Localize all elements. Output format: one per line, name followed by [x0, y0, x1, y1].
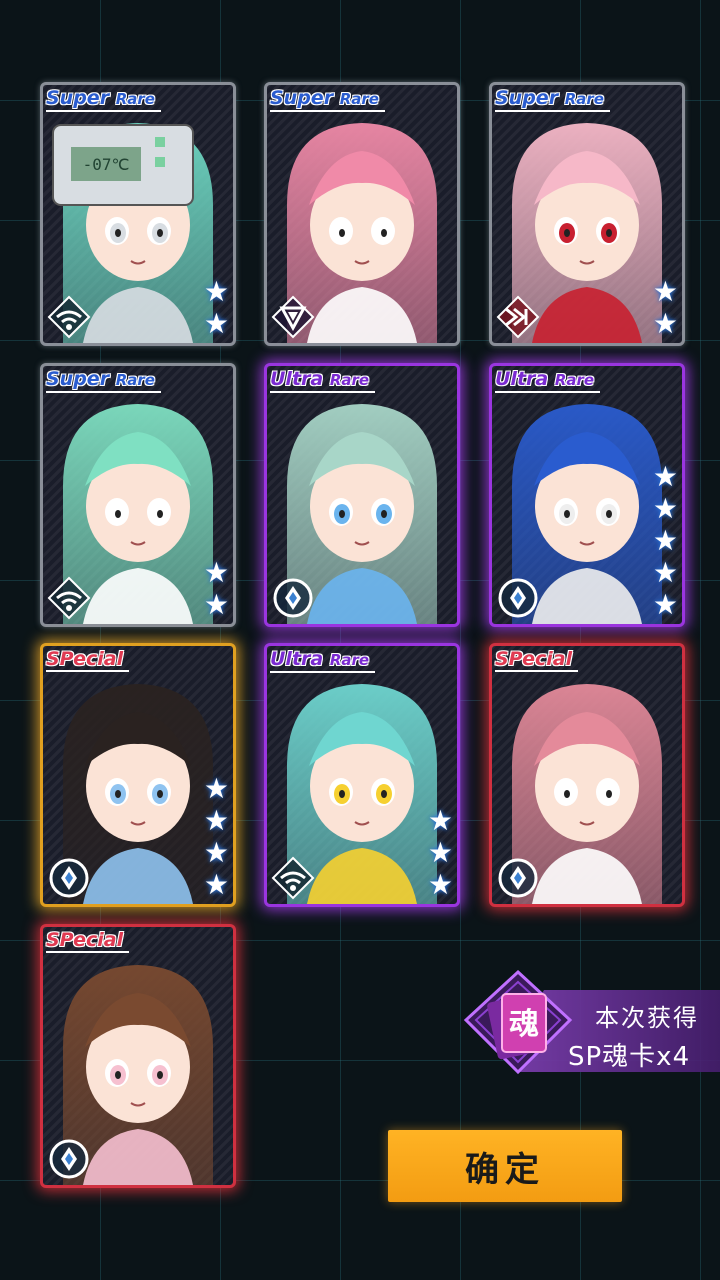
star-icon: ★	[652, 588, 678, 621]
character-card[interactable]: SPecial ★ ★ ★ ★	[40, 643, 236, 907]
rarity-sub: Rare	[115, 90, 155, 108]
diamond-emblem-icon	[47, 1137, 91, 1181]
rarity-label: Ultra Rare	[495, 368, 601, 393]
rarity-main: Super	[270, 87, 334, 109]
character-card[interactable]: Ultra Rare ★ ★ ★	[264, 643, 460, 907]
rarity-sub: Rare	[329, 651, 370, 669]
character-card[interactable]: Super Rare ★ ★	[40, 363, 236, 627]
rarity-label: Super Rare	[495, 87, 610, 112]
star-icon: ★	[203, 868, 229, 901]
svg-text:-07℃: -07℃	[83, 155, 130, 174]
star-icon: ★	[427, 868, 453, 901]
star-rating: ★ ★	[653, 277, 678, 339]
star-icon: ★	[652, 307, 678, 340]
rarity-label: Super Rare	[46, 87, 161, 112]
star-icon: ★	[203, 275, 229, 308]
diamond-emblem-icon	[496, 576, 540, 620]
wifi-emblem-icon	[47, 576, 91, 620]
diamond-emblem-icon	[47, 856, 91, 900]
rarity-label: Super Rare	[46, 368, 161, 393]
rarity-main: Ultra	[495, 368, 549, 390]
rarity-sub: Rare	[564, 90, 604, 108]
star-rating: ★ ★	[204, 277, 229, 339]
star-icon: ★	[652, 492, 678, 525]
rarity-sub: Rare	[329, 371, 370, 389]
character-card[interactable]: Super Rare	[264, 82, 460, 346]
character-card[interactable]: -07℃ Super Rare ★ ★	[40, 82, 236, 346]
rarity-main: SPecial	[46, 648, 124, 670]
star-icon: ★	[652, 460, 678, 493]
character-card[interactable]: Ultra Rare	[264, 363, 460, 627]
star-icon: ★	[203, 772, 229, 805]
confirm-button[interactable]: 确定	[388, 1130, 622, 1202]
star-icon: ★	[203, 836, 229, 869]
rarity-main: Ultra	[270, 368, 324, 390]
star-icon: ★	[652, 524, 678, 557]
star-icon: ★	[652, 556, 678, 589]
star-rating: ★ ★ ★	[428, 806, 453, 900]
rarity-label: SPecial	[495, 648, 579, 672]
star-icon: ★	[203, 556, 229, 589]
star-icon: ★	[203, 307, 229, 340]
star-icon: ★	[652, 275, 678, 308]
soul-card-icon: 魂	[463, 969, 573, 1075]
rarity-main: SPecial	[46, 929, 124, 951]
rarity-main: Super	[46, 368, 110, 390]
star-icon: ★	[203, 804, 229, 837]
rarity-label: Super Rare	[270, 87, 385, 112]
reward-panel: 魂 本次获得 SP魂卡x4	[450, 960, 720, 1080]
rarity-sub: Rare	[554, 371, 595, 389]
wifi-emblem-icon	[47, 295, 91, 339]
soul-char: 魂	[509, 1007, 539, 1042]
reward-amount: SP魂卡x4	[568, 1042, 691, 1072]
rarity-sub: Rare	[339, 90, 379, 108]
star-icon: ★	[427, 836, 453, 869]
rarity-main: SPecial	[495, 648, 573, 670]
star-rating: ★ ★ ★ ★ ★	[653, 462, 678, 620]
rarity-label: SPecial	[46, 648, 130, 672]
triangle-emblem-icon	[271, 295, 315, 339]
character-card[interactable]: SPecial	[40, 924, 236, 1188]
rarity-label: Ultra Rare	[270, 368, 376, 393]
rarity-label: Ultra Rare	[270, 648, 376, 673]
rarity-main: Super	[46, 87, 110, 109]
stripes-emblem-icon	[496, 295, 540, 339]
rarity-main: Super	[495, 87, 559, 109]
star-rating: ★ ★	[204, 558, 229, 620]
character-card[interactable]: Ultra Rare ★ ★ ★ ★ ★	[489, 363, 685, 627]
reward-title: 本次获得	[595, 1004, 699, 1032]
star-rating: ★ ★ ★ ★	[204, 774, 229, 900]
rarity-label: SPecial	[46, 929, 130, 953]
star-icon: ★	[203, 588, 229, 621]
character-card[interactable]: SPecial	[489, 643, 685, 907]
diamond-emblem-icon	[496, 856, 540, 900]
rarity-main: Ultra	[270, 648, 324, 670]
wifi-emblem-icon	[271, 856, 315, 900]
diamond-emblem-icon	[271, 576, 315, 620]
star-icon: ★	[427, 804, 453, 837]
character-card[interactable]: Super Rare ★ ★	[489, 82, 685, 346]
rarity-sub: Rare	[115, 371, 155, 389]
